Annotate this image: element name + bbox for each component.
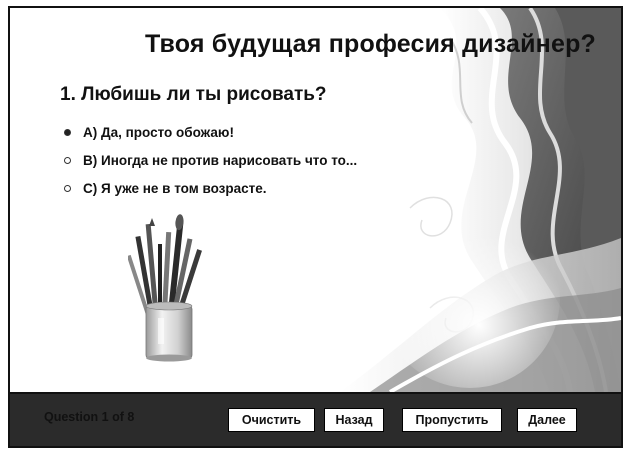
answer-option-label: А) Да, просто обожаю! xyxy=(83,124,234,140)
answer-option-label: В) Иногда не против нарисовать что то... xyxy=(83,152,358,168)
next-button[interactable]: Далее xyxy=(517,408,577,432)
radio-icon-selected[interactable] xyxy=(64,128,71,136)
quiz-footer-bar: Question 1 of 8 Очистить Назад Пропустит… xyxy=(10,392,621,446)
radio-icon[interactable] xyxy=(64,156,71,164)
answer-option-label: С) Я уже не в том возрасте. xyxy=(83,180,267,196)
back-button[interactable]: Назад xyxy=(324,408,384,432)
answer-option-c[interactable]: С) Я уже не в том возрасте. xyxy=(64,176,357,200)
radio-icon[interactable] xyxy=(64,184,71,192)
answer-option-a[interactable]: А) Да, просто обожаю! xyxy=(64,120,357,144)
question-counter: Question 1 of 8 xyxy=(44,410,135,424)
answer-option-b[interactable]: В) Иногда не против нарисовать что то... xyxy=(64,148,357,172)
pencil-cup-icon xyxy=(128,214,202,362)
question-text: 1. Любишь ли ты рисовать? xyxy=(60,84,327,105)
skip-button[interactable]: Пропустить xyxy=(402,408,502,432)
answer-options: А) Да, просто обожаю! В) Иногда не проти… xyxy=(64,120,357,204)
quiz-title: Твоя будущая професия дизайнер? xyxy=(144,30,597,58)
quiz-slide: Твоя будущая професия дизайнер? 1. Любиш… xyxy=(10,8,621,392)
clear-button[interactable]: Очистить xyxy=(228,408,315,432)
quiz-window: Твоя будущая професия дизайнер? 1. Любиш… xyxy=(8,6,623,448)
